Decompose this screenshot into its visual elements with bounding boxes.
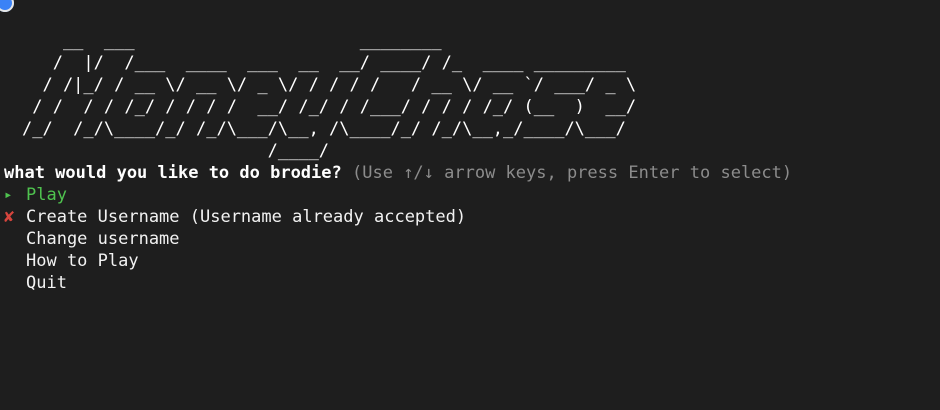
menu-item-change-username[interactable]: Change username — [4, 228, 466, 250]
prompt-line: what would you like to do brodie? (Use ↑… — [4, 162, 792, 184]
window-control-dot[interactable] — [0, 0, 14, 12]
menu-item-label: Quit — [26, 273, 67, 293]
banner-line: / / / / /_/ / / / / __/ /_/ / /___/ / / … — [22, 97, 637, 117]
menu-item-label: How to Play — [26, 251, 139, 271]
menu-item-play[interactable]: ▸ Play — [4, 184, 466, 206]
prompt-question: what would you like to do brodie? — [4, 163, 342, 183]
menu-item-label: Create Username (Username already accept… — [26, 207, 467, 227]
banner-line: /_/ /_/\____/_/ /_/\___/\__, /\____/_/ /… — [22, 119, 626, 139]
menu-item-how-to-play[interactable]: How to Play — [4, 250, 466, 272]
disabled-cross-icon: ✘ — [4, 207, 15, 227]
menu-item-label: Change username — [26, 229, 180, 249]
menu-list: ▸ Play ✘ Create Username (Username already… — [4, 184, 466, 294]
terminal-window: __ ___ ________ / |/ /___ ____ ___ __ __… — [0, 0, 940, 410]
banner-line: /____/ — [22, 141, 330, 161]
selection-pointer-icon: ▸ — [4, 187, 13, 203]
banner-line: / |/ /___ ____ ___ __ __/ ____/ /_ ____ … — [22, 53, 626, 73]
ascii-title-banner: __ ___ ________ / |/ /___ ____ ___ __ __… — [22, 30, 636, 162]
menu-item-create-username[interactable]: ✘ Create Username (Username already accep… — [4, 206, 466, 228]
menu-item-label: Play — [26, 185, 67, 205]
banner-line: __ ___ ________ — [22, 31, 442, 51]
menu-item-quit[interactable]: Quit — [4, 272, 466, 294]
banner-line: / /|_/ / __ \/ __ \/ _ \/ / / / / / __ \… — [22, 75, 637, 95]
prompt-hint: (Use ↑/↓ arrow keys, press Enter to sele… — [352, 163, 793, 183]
